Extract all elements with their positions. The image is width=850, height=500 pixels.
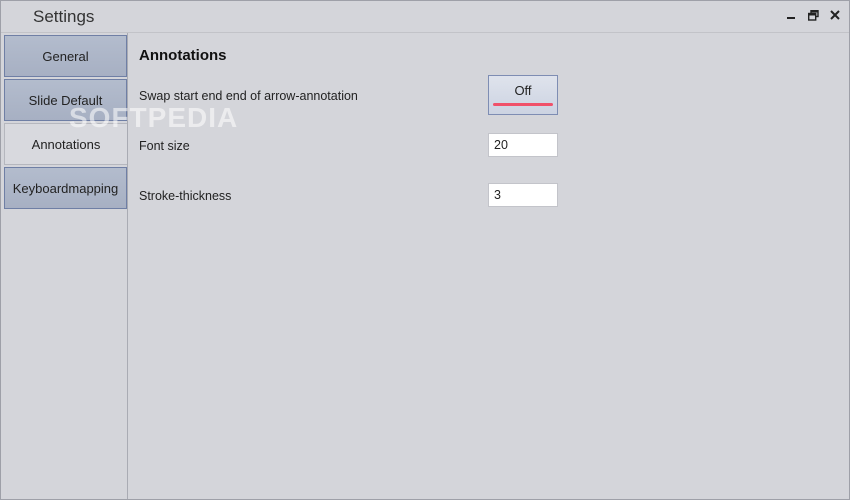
toggle-indicator (493, 103, 553, 106)
tab-general[interactable]: General (4, 35, 127, 77)
tab-annotations[interactable]: Annotations (4, 123, 127, 165)
tab-label: Keyboardmapping (12, 180, 119, 196)
window-title: Settings (33, 7, 95, 26)
font-size-label: Font size (139, 139, 190, 153)
swap-arrow-label: Swap start end end of arrow-annotation (139, 89, 358, 103)
restore-button[interactable] (805, 7, 821, 23)
title-bar: Settings (1, 1, 849, 33)
toggle-state: Off (514, 83, 532, 98)
restore-icon (807, 9, 819, 21)
minimize-icon (787, 17, 795, 19)
tab-label: Slide Default (28, 92, 103, 108)
tab-slide-default[interactable]: Slide Default (4, 79, 127, 121)
swap-arrow-toggle[interactable]: Off (488, 75, 558, 115)
tab-keyboardmapping[interactable]: Keyboardmapping (4, 167, 127, 209)
close-button[interactable] (827, 7, 843, 23)
minimize-button[interactable] (783, 7, 799, 23)
close-icon (830, 10, 840, 20)
window-controls (783, 7, 843, 23)
tab-label: Annotations (31, 136, 101, 152)
stroke-thickness-input[interactable] (488, 183, 558, 207)
settings-window: Settings General Slide Default Annotatio… (0, 0, 850, 500)
font-size-input[interactable] (488, 133, 558, 157)
tab-label: General (42, 48, 89, 64)
settings-sidebar: General Slide Default Annotations Keyboa… (1, 33, 128, 499)
annotations-panel: Annotations Swap start end end of arrow-… (139, 33, 839, 493)
stroke-thickness-label: Stroke-thickness (139, 189, 232, 203)
section-title: Annotations (139, 47, 227, 64)
